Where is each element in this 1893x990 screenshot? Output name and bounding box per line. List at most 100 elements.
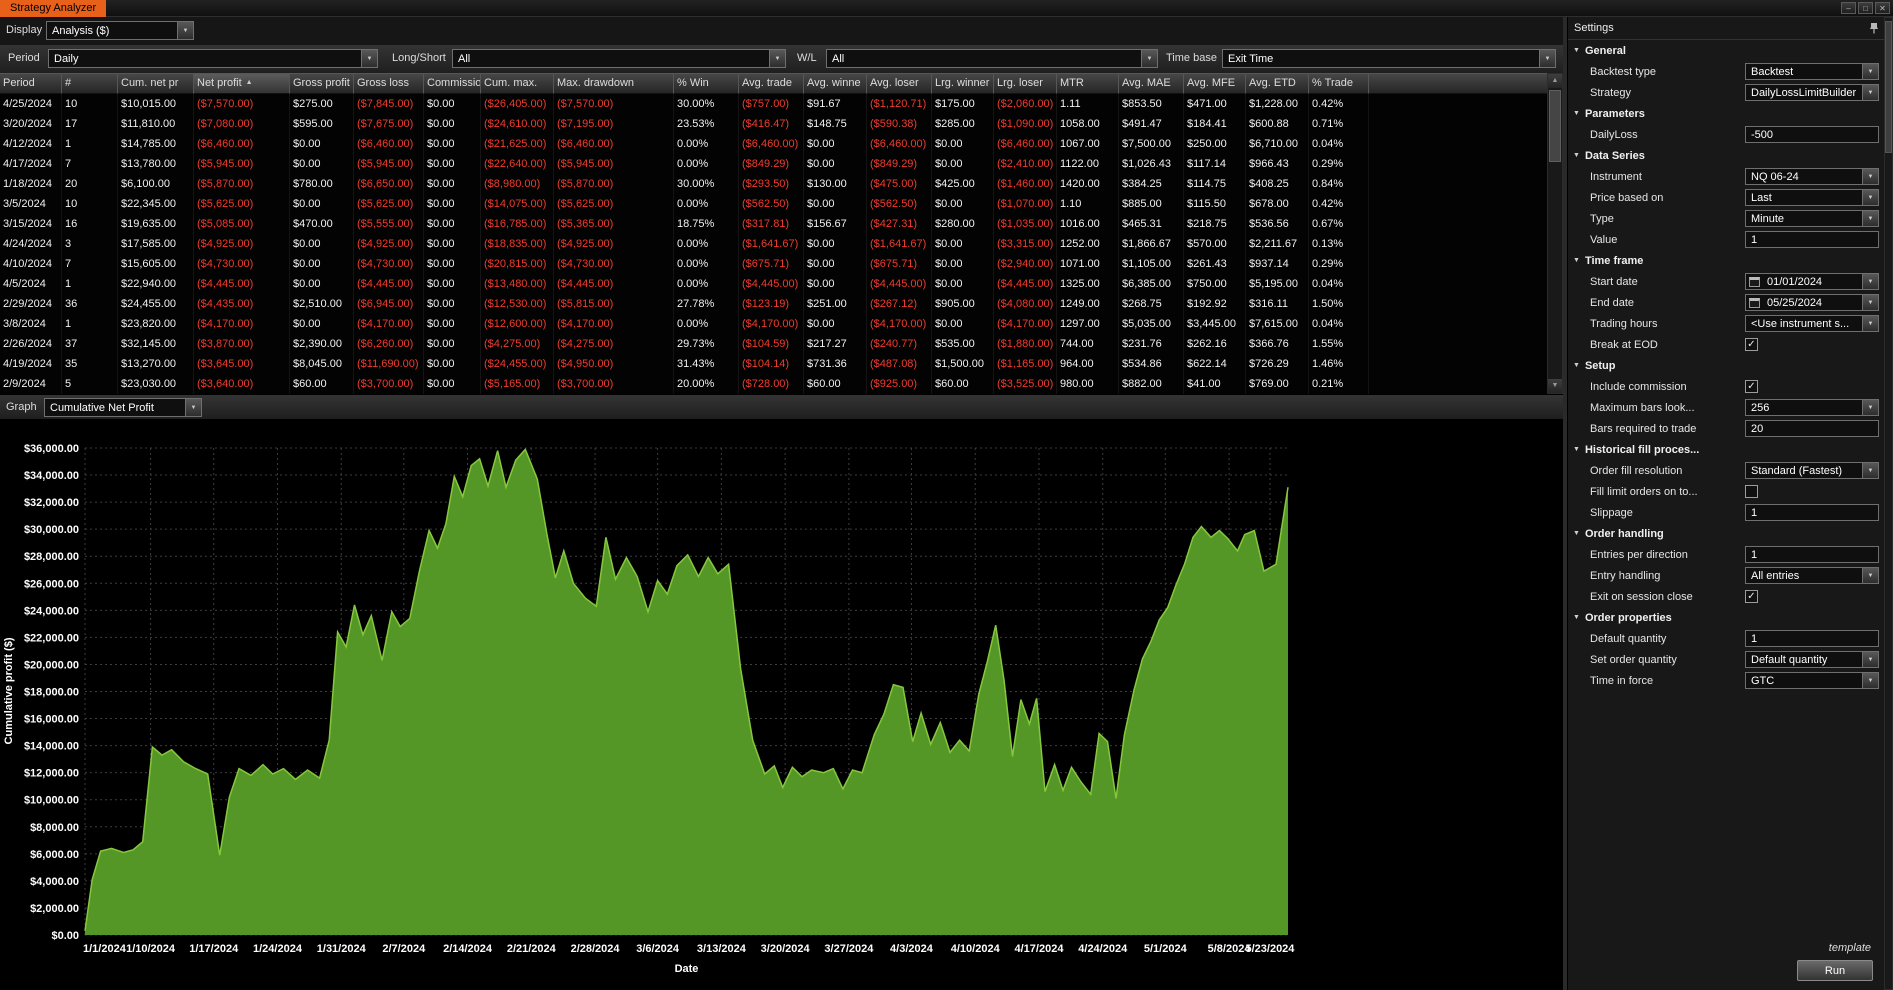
table-row[interactable]: 4/5/2024 1 $22,940.00 ($4,445.00) $0.00 ($4,4… (0, 274, 1547, 294)
column-header-[interactable]: # (62, 73, 118, 94)
scroll-up-button[interactable]: ▲ (1548, 74, 1562, 88)
column-header-period[interactable]: Period (0, 73, 62, 94)
setting-input[interactable]: 1 (1745, 546, 1879, 563)
table-row[interactable]: 4/10/2024 7 $15,605.00 ($4,730.00) $0.00 ($4,… (0, 254, 1547, 274)
x-axis-tick-label: 1/10/2024 (126, 943, 176, 955)
setting-checkbox[interactable] (1745, 485, 1758, 498)
setting-select[interactable]: Minute ▼ (1745, 210, 1879, 227)
column-header-avg-etd[interactable]: Avg. ETD (1246, 73, 1309, 94)
table-row[interactable]: 1/18/2024 20 $6,100.00 ($5,870.00) $780.00 ($… (0, 174, 1547, 194)
setting-input[interactable]: 1 (1745, 231, 1879, 248)
strategy-analyzer-tab[interactable]: Strategy Analyzer (0, 0, 107, 17)
column-header-gross-loss[interactable]: Gross loss (354, 73, 424, 94)
column-header-cum-net-pr[interactable]: Cum. net pr (118, 73, 194, 94)
winloss-select[interactable]: All ▼ (826, 49, 1158, 68)
settings-section-historical-fill-proces[interactable]: ▼ Historical fill proces... (1568, 439, 1885, 460)
settings-section-order-properties[interactable]: ▼ Order properties (1568, 607, 1885, 628)
column-header-avg-mfe[interactable]: Avg. MFE (1184, 73, 1246, 94)
setting-label: Trading hours (1590, 317, 1658, 330)
settings-section-parameters[interactable]: ▼ Parameters (1568, 103, 1885, 124)
pin-icon[interactable] (1869, 22, 1879, 34)
setting-checkbox[interactable]: ✓ (1745, 590, 1758, 603)
setting-input[interactable]: -500 (1745, 126, 1879, 143)
table-row[interactable]: 2/29/2024 36 $24,455.00 ($4,435.00) $2,510.0… (0, 294, 1547, 314)
table-row[interactable]: 4/25/2024 10 $10,015.00 ($7,570.00) $275.00(… (0, 94, 1547, 114)
table-row[interactable]: 4/19/2024 35 $13,270.00 ($3,645.00) $8,045.0… (0, 354, 1547, 374)
table-cell: 0.42% (1309, 194, 1369, 214)
setting-select[interactable]: DailyLossLimitBuilder ▼ (1745, 84, 1879, 101)
setting-select[interactable]: GTC ▼ (1745, 672, 1879, 689)
setting-input[interactable]: 1 (1745, 630, 1879, 647)
settings-scrollbar[interactable] (1884, 17, 1893, 990)
column-header-mtr[interactable]: MTR (1057, 73, 1119, 94)
table-cell: $0.00 (424, 274, 481, 294)
cumulative-profit-chart[interactable]: $0.00 $2,000.00 $4,000.00 $6,000.00 $8,000.0… (0, 420, 1563, 990)
scrollbar-thumb[interactable] (1885, 21, 1892, 153)
column-header-net-profit[interactable]: Net profit ▲ (194, 73, 290, 94)
graph-select[interactable]: Cumulative Net Profit ▼ (44, 398, 202, 417)
setting-select[interactable]: 256 ▼ (1745, 399, 1879, 416)
column-header-avg-mae[interactable]: Avg. MAE (1119, 73, 1184, 94)
table-row[interactable]: 2/26/2024 37 $32,145.00 ($3,870.00) $2,390.0… (0, 334, 1547, 354)
column-header-avg-loser[interactable]: Avg. loser (867, 73, 932, 94)
column-header-lrg-loser[interactable]: Lrg. loser (994, 73, 1057, 94)
column-header-avg-trade[interactable]: Avg. trade (739, 73, 804, 94)
scroll-down-button[interactable]: ▼ (1548, 379, 1562, 393)
column-header-commissio[interactable]: Commissio (424, 73, 481, 94)
table-row[interactable]: 3/8/2024 1 $23,820.00 ($4,170.00) $0.00 ($4,1… (0, 314, 1547, 334)
settings-section-setup[interactable]: ▼ Setup (1568, 355, 1885, 376)
timebase-select[interactable]: Exit Time ▼ (1222, 49, 1556, 68)
table-row[interactable]: 4/17/2024 7 $13,780.00 ($5,945.00) $0.00 ($5,… (0, 154, 1547, 174)
setting-select[interactable]: Last ▼ (1745, 189, 1879, 206)
column-header-lrg-winner[interactable]: Lrg. winner (932, 73, 994, 94)
column-header-avg-winne[interactable]: Avg. winne (804, 73, 867, 94)
close-button[interactable]: ✕ (1875, 2, 1890, 14)
settings-section-time-frame[interactable]: ▼ Time frame (1568, 250, 1885, 271)
display-select[interactable]: Analysis ($) ▼ (46, 21, 194, 40)
y-axis-tick-label: $36,000.00 (24, 443, 79, 455)
table-cell: $115.50 (1184, 194, 1246, 214)
settings-section-data-series[interactable]: ▼ Data Series (1568, 145, 1885, 166)
column-header-win[interactable]: % Win (674, 73, 739, 94)
table-cell: 3/20/2024 (0, 114, 62, 134)
setting-row-order-fill-resolution: Order fill resolution Standard (Fastest) ▼ (1568, 460, 1885, 481)
column-header-cum-max[interactable]: Cum. max. (481, 73, 554, 94)
setting-input[interactable]: 20 (1745, 420, 1879, 437)
column-header-trade[interactable]: % Trade (1309, 73, 1369, 94)
setting-select[interactable]: Default quantity ▼ (1745, 651, 1879, 668)
setting-datepicker[interactable]: 05/25/2024 ▼ (1745, 294, 1879, 311)
setting-row-exit-on-session-close: Exit on session close ✓ (1568, 586, 1885, 607)
table-row[interactable]: 4/24/2024 3 $17,585.00 ($4,925.00) $0.00 ($4,… (0, 234, 1547, 254)
settings-section-general[interactable]: ▼ General (1568, 40, 1885, 61)
table-row[interactable]: 2/9/2024 5 $23,030.00 ($3,640.00) $60.00 ($3,… (0, 374, 1547, 394)
scrollbar-thumb[interactable] (1549, 90, 1561, 162)
table-row[interactable]: 4/12/2024 1 $14,785.00 ($6,460.00) $0.00 ($6,… (0, 134, 1547, 154)
table-row[interactable]: 3/20/2024 17 $11,810.00 ($7,080.00) $595.00(… (0, 114, 1547, 134)
setting-checkbox[interactable]: ✓ (1745, 338, 1758, 351)
period-select[interactable]: Daily ▼ (48, 49, 378, 68)
setting-row-bars-required-to-trade: Bars required to trade 20 (1568, 418, 1885, 439)
setting-select[interactable]: <Use instrument s... ▼ (1745, 315, 1879, 332)
setting-input[interactable]: 1 (1745, 504, 1879, 521)
run-button[interactable]: Run (1797, 960, 1873, 981)
minimize-button[interactable]: – (1841, 2, 1856, 14)
setting-select[interactable]: Backtest ▼ (1745, 63, 1879, 80)
column-header-max-drawdown[interactable]: Max. drawdown (554, 73, 674, 94)
setting-datepicker[interactable]: 01/01/2024 ▼ (1745, 273, 1879, 290)
table-cell: ($849.29) (739, 154, 804, 174)
setting-select[interactable]: All entries ▼ (1745, 567, 1879, 584)
column-header-gross-profit[interactable]: Gross profit (290, 73, 354, 94)
table-row[interactable]: 3/15/2024 16 $19,635.00 ($5,085.00) $470.00(… (0, 214, 1547, 234)
longshort-select[interactable]: All ▼ (452, 49, 786, 68)
table-scrollbar[interactable]: ▲ ▼ (1547, 73, 1563, 394)
maximize-button[interactable]: □ (1858, 2, 1873, 14)
table-row[interactable]: 3/5/2024 10 $22,345.00 ($5,625.00) $0.00 ($5,… (0, 194, 1547, 214)
table-cell: $1,026.43 (1119, 154, 1184, 174)
setting-select[interactable]: NQ 06-24 ▼ (1745, 168, 1879, 185)
table-cell: $60.00 (932, 374, 994, 394)
settings-section-order-handling[interactable]: ▼ Order handling (1568, 523, 1885, 544)
table-cell: 1.55% (1309, 334, 1369, 354)
setting-select[interactable]: Standard (Fastest) ▼ (1745, 462, 1879, 479)
setting-checkbox[interactable]: ✓ (1745, 380, 1758, 393)
settings-header: Settings (1568, 17, 1885, 40)
